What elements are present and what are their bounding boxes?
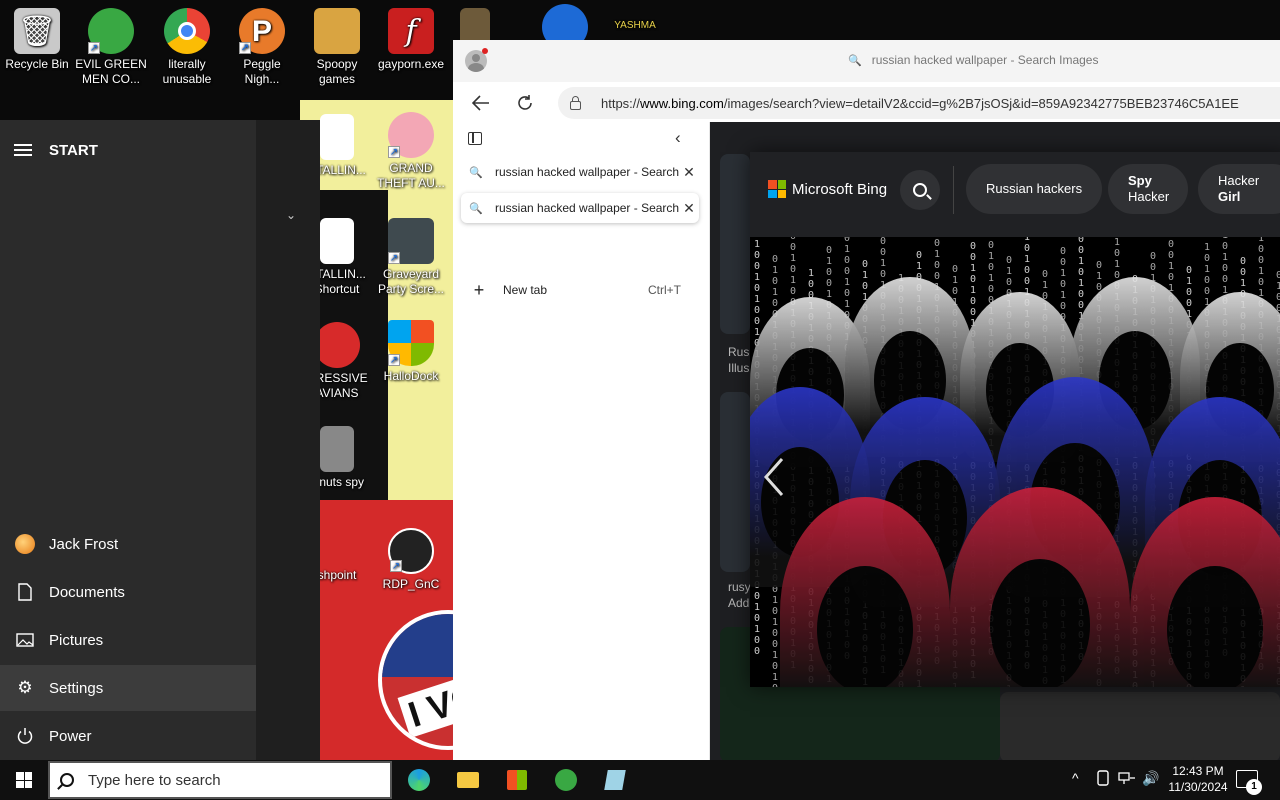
document-icon (320, 218, 354, 264)
start-item-documents[interactable]: Documents (0, 569, 256, 615)
back-button[interactable] (467, 89, 495, 117)
divider (953, 166, 954, 214)
notification-badge: 1 (1246, 779, 1262, 795)
result-thumbnail[interactable] (1000, 692, 1280, 762)
hamburger-icon[interactable] (14, 144, 32, 156)
lock-icon[interactable] (570, 95, 581, 110)
taskbar-search-box[interactable]: Type here to search (48, 761, 392, 799)
overlay-header: Microsoft Bing Russian hackers Spy Hacker… (750, 152, 1280, 237)
result-caption: rusy Add (728, 580, 751, 610)
start-menu-rail (0, 120, 256, 760)
chrome-icon (164, 8, 210, 54)
browser-window: 🔍 russian hacked wallpaper - Search Imag… (453, 40, 1280, 762)
windows-shield-icon: ↗ (388, 320, 434, 366)
search-icon: 🔍 (469, 202, 483, 215)
desktop-icon-chrome[interactable]: literally unusable (150, 8, 224, 87)
windows-stack-icon (320, 426, 354, 472)
graveyard-icon: ↗ (388, 218, 434, 264)
green-men-taskbar-icon[interactable] (551, 766, 581, 794)
chevron-down-icon[interactable]: ⌄ (286, 208, 296, 222)
page-content: Rus Illus rusy Add Microsoft Bing Russian … (710, 122, 1280, 762)
related-chip[interactable]: Hacker Girl (1198, 164, 1280, 214)
tab-actions-icon[interactable] (468, 132, 482, 145)
close-icon[interactable]: ✕ (679, 200, 699, 217)
network-icon[interactable] (1118, 770, 1136, 789)
tab-item[interactable]: 🔍 russian hacked wallpaper - Search Imag… (461, 157, 699, 187)
store-icon[interactable] (502, 766, 532, 794)
main-image[interactable]: 1 0 1 0 0 1 0 1 0 0 1 0 1 0 0 1 0 1 0 0 … (750, 237, 1280, 687)
vertical-tabs-pane: ‹ 🔍 russian hacked wallpaper - Search Im… (453, 122, 710, 762)
gear-icon: ⚙ (17, 678, 33, 697)
browser-titlebar: 🔍 russian hacked wallpaper - Search Imag… (453, 40, 1280, 82)
result-thumbnail[interactable] (720, 392, 750, 572)
volume-icon[interactable]: 🔊 (1142, 770, 1159, 787)
taskbar: Type here to search ^ 🔊 12:43 PM 11/30/2… (0, 760, 1280, 800)
plus-icon: + (473, 279, 485, 300)
result-thumbnail[interactable] (720, 154, 750, 334)
desktop-icon-green-men[interactable]: ↗ EVIL GREEN MEN CO... (74, 8, 148, 87)
folder-icon (314, 8, 360, 54)
desktop-icon-graveyard[interactable]: ↗ Graveyard Party Scre... (374, 218, 448, 297)
start-item-settings[interactable]: ⚙ Settings (0, 665, 256, 711)
close-icon[interactable]: ✕ (679, 164, 699, 181)
document-icon (320, 114, 354, 160)
rdp-icon: ↗ (388, 528, 434, 574)
image-detail-overlay: Microsoft Bing Russian hackers Spy Hacker… (750, 152, 1280, 687)
start-menu-title: START (49, 141, 98, 159)
refresh-button[interactable] (511, 89, 539, 117)
search-icon: 🔍 (848, 54, 862, 67)
profile-alert-dot (482, 48, 488, 54)
file-explorer-icon[interactable] (453, 766, 483, 794)
address-bar[interactable]: https://www.bing.com/images/search?view=… (558, 87, 1280, 119)
flash-icon: f (388, 8, 434, 54)
pictures-icon (14, 629, 36, 651)
related-chip[interactable]: Russian hackers (966, 164, 1103, 214)
start-menu: START ⌄ Jack Frost Documents Pictures ⚙ … (0, 120, 320, 760)
power-icon (14, 725, 36, 747)
desktop-icon-yashma[interactable]: YASHMA (605, 18, 665, 33)
start-item-pictures[interactable]: Pictures (0, 617, 256, 663)
search-icon (913, 183, 927, 197)
peggle-icon: P ↗ (239, 8, 285, 54)
angry-bird-icon (314, 322, 360, 368)
desktop-icon-recycle-bin[interactable]: 🗑 Recycle Bin (0, 8, 74, 72)
document-icon (14, 581, 36, 603)
recycle-bin-icon: 🗑 (14, 8, 60, 54)
start-menu-header[interactable]: START (14, 140, 98, 160)
green-men-icon: ↗ (88, 8, 134, 54)
windows-logo-icon (16, 772, 32, 788)
related-chip[interactable]: Spy Hacker (1108, 164, 1188, 214)
search-button[interactable] (900, 170, 940, 210)
new-tab-button[interactable]: + New tab Ctrl+T (461, 276, 699, 304)
edge-icon[interactable] (404, 766, 434, 794)
search-icon (60, 773, 74, 787)
search-icon: 🔍 (469, 166, 483, 179)
anime-girl-icon: ↗ (388, 112, 434, 158)
notepad-icon[interactable] (600, 766, 630, 794)
collapse-pane-icon[interactable]: ‹ (675, 128, 681, 148)
bing-logo[interactable]: Microsoft Bing (768, 180, 887, 198)
clock[interactable]: 12:43 PM 11/30/2024 (1163, 763, 1233, 795)
device-icon[interactable] (1096, 770, 1110, 789)
desktop-icon-peggle[interactable]: P ↗ Peggle Nigh... (225, 8, 299, 87)
desktop-icon-gayporn-exe[interactable]: f gayporn.exe (374, 8, 448, 72)
user-avatar-icon (15, 534, 35, 554)
desktop-icon-spoopy-games[interactable]: Spoopy games (300, 8, 374, 87)
tab-item-active[interactable]: 🔍 russian hacked wallpaper - Search Imag… (461, 193, 699, 223)
address-row: https://www.bing.com/images/search?view=… (453, 82, 1280, 122)
start-button[interactable] (0, 760, 48, 800)
chevron-left-icon[interactable] (762, 457, 786, 507)
desktop-icon-hallodock[interactable]: ↗ HalloDock (374, 320, 448, 384)
chevron-up-icon[interactable]: ^ (1072, 770, 1079, 786)
microsoft-logo-icon (768, 180, 786, 198)
start-item-user[interactable]: Jack Frost (0, 521, 256, 567)
window-title: 🔍 russian hacked wallpaper - Search Imag… (848, 53, 1099, 67)
desktop-icon-gta[interactable]: ↗ GRAND THEFT AU... (374, 112, 448, 191)
desktop-icon-rdp[interactable]: ↗ RDP_GnC (374, 528, 448, 592)
start-item-power[interactable]: Power (0, 713, 256, 759)
result-caption: Rus Illus (728, 345, 750, 375)
